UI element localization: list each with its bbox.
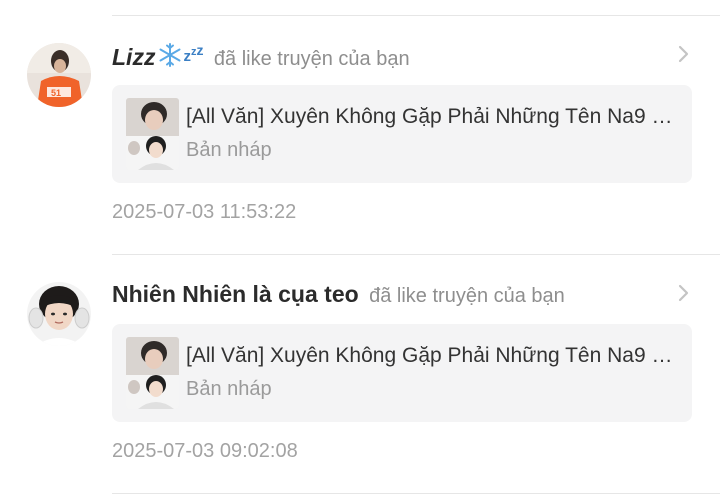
- story-card[interactable]: [All Văn] Xuyên Không Gặp Phải Những Tên…: [112, 85, 692, 183]
- notification-action-text: đã like truyện của bạn: [369, 285, 565, 307]
- snowflake-icon: [157, 42, 183, 73]
- timestamp: 2025-07-03 11:53:22: [112, 201, 297, 223]
- notification-headline: Lizz zzz đã like truyện của bạn: [112, 42, 660, 73]
- username[interactable]: Nhiên Nhiên là cụa teo: [112, 281, 359, 307]
- timestamp: 2025-07-03 09:02:08: [112, 440, 298, 462]
- story-cover: [126, 98, 179, 170]
- story-status: Bản nháp: [186, 378, 272, 400]
- username[interactable]: Lizz: [112, 44, 155, 70]
- avatar[interactable]: [27, 282, 91, 346]
- notification-headline: Nhiên Nhiên là cụa teo đã like truyện củ…: [112, 281, 660, 308]
- story-cover: [126, 337, 179, 409]
- avatar-image: [27, 282, 91, 346]
- avatar-image: 51: [27, 43, 91, 107]
- story-card[interactable]: [All Văn] Xuyên Không Gặp Phải Những Tên…: [112, 324, 692, 422]
- divider: [112, 15, 720, 16]
- divider: [112, 254, 720, 255]
- notification-list: 51 Lizz zzz đã like truyện của bạn [All …: [0, 0, 720, 497]
- story-title: [All Văn] Xuyên Không Gặp Phải Những Tên…: [186, 105, 680, 128]
- story-status: Bản nháp: [186, 139, 272, 161]
- chevron-right-icon[interactable]: [676, 283, 692, 303]
- notification-action-text: đã like truyện của bạn: [213, 48, 410, 70]
- divider: [112, 493, 720, 494]
- story-title: [All Văn] Xuyên Không Gặp Phải Những Tên…: [186, 344, 680, 367]
- sleep-zz-icon: zzz: [183, 42, 204, 65]
- svg-text:51: 51: [51, 88, 61, 98]
- avatar[interactable]: 51: [27, 43, 91, 107]
- chevron-right-icon[interactable]: [676, 44, 692, 64]
